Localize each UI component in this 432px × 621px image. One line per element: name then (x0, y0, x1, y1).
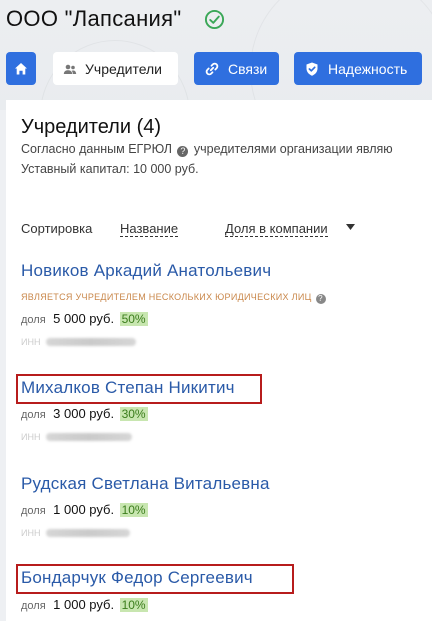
sort-by-name[interactable]: Название (120, 221, 179, 237)
share-amount: 5 000 руб. (53, 311, 115, 326)
inn-label: ИНН (21, 432, 41, 442)
tab-founders-label: Учредители (85, 60, 163, 77)
caret-down-icon (346, 224, 355, 230)
help-icon[interactable]: ? (177, 146, 189, 157)
founder-note: ЯВЛЯЕТСЯ УЧРЕДИТЕЛЕМ НЕСКОЛЬКИХ ЮРИДИЧЕС… (21, 292, 326, 304)
link-icon (205, 62, 219, 75)
inn-value-blurred (46, 338, 137, 346)
founder-note-text: ЯВЛЯЕТСЯ УЧРЕДИТЕЛЕМ НЕСКОЛЬКИХ ЮРИДИЧЕС… (21, 292, 312, 302)
share-label: доля (21, 314, 46, 326)
source-suffix: учредителями организации являю (193, 142, 393, 156)
company-title: ООО "Лапсания" (6, 6, 182, 31)
inn-row: ИНН (21, 336, 137, 348)
founder-name[interactable]: Михалков Степан Никитич (21, 378, 235, 398)
share-percent: 10% (119, 598, 148, 612)
share-row: доля 5 000 руб. 50% (21, 311, 148, 326)
share-row: доля 3 000 руб. 30% (21, 406, 148, 421)
sort-by-share[interactable]: Доля в компании (225, 221, 328, 237)
home-icon (15, 62, 27, 74)
share-percent: 50% (119, 312, 148, 326)
share-label: доля (21, 505, 46, 517)
tab-founders[interactable]: Учредители (53, 52, 178, 85)
authorized-capital: Уставный капитал: 10 000 руб. (21, 162, 199, 176)
source-prefix: Согласно данным ЕГРЮЛ (21, 142, 172, 156)
home-button[interactable] (6, 52, 36, 85)
share-amount: 1 000 руб. (53, 597, 115, 612)
founder-name[interactable]: Бондарчук Федор Сергеевич (21, 568, 253, 588)
people-icon (63, 64, 77, 74)
check-circle-icon (204, 9, 225, 30)
share-percent: 10% (119, 503, 148, 517)
share-row: доля 1 000 руб. 10% (21, 597, 148, 612)
share-percent: 30% (119, 407, 148, 421)
shield-check-icon (306, 62, 318, 76)
inn-value-blurred (46, 433, 133, 441)
sort-label: Сортировка (21, 221, 93, 236)
inn-row: ИНН (21, 527, 131, 539)
tab-reliability-label: Надежность (328, 60, 408, 77)
share-label: доля (21, 600, 46, 612)
inn-value-blurred (46, 529, 131, 537)
inn-row: ИНН (21, 431, 133, 443)
share-amount: 1 000 руб. (53, 502, 115, 517)
inn-label: ИНН (21, 337, 41, 347)
founder-name[interactable]: Рудская Светлана Витальевна (21, 474, 270, 494)
tab-links[interactable]: Связи (194, 52, 279, 85)
tab-links-label: Связи (228, 60, 268, 77)
share-label: доля (21, 409, 46, 421)
founder-name[interactable]: Новиков Аркадий Анатольевич (21, 261, 271, 281)
founders-card: Учредители (4) Согласно данным ЕГРЮЛ ? у… (6, 100, 432, 621)
share-amount: 3 000 руб. (53, 406, 115, 421)
share-row: доля 1 000 руб. 10% (21, 502, 148, 517)
help-icon[interactable]: ? (315, 294, 326, 304)
source-text: Согласно данным ЕГРЮЛ ? учредителями орг… (21, 142, 393, 157)
card-title: Учредители (4) (21, 116, 162, 138)
tab-reliability[interactable]: Надежность (294, 52, 422, 85)
inn-label: ИНН (21, 528, 41, 538)
